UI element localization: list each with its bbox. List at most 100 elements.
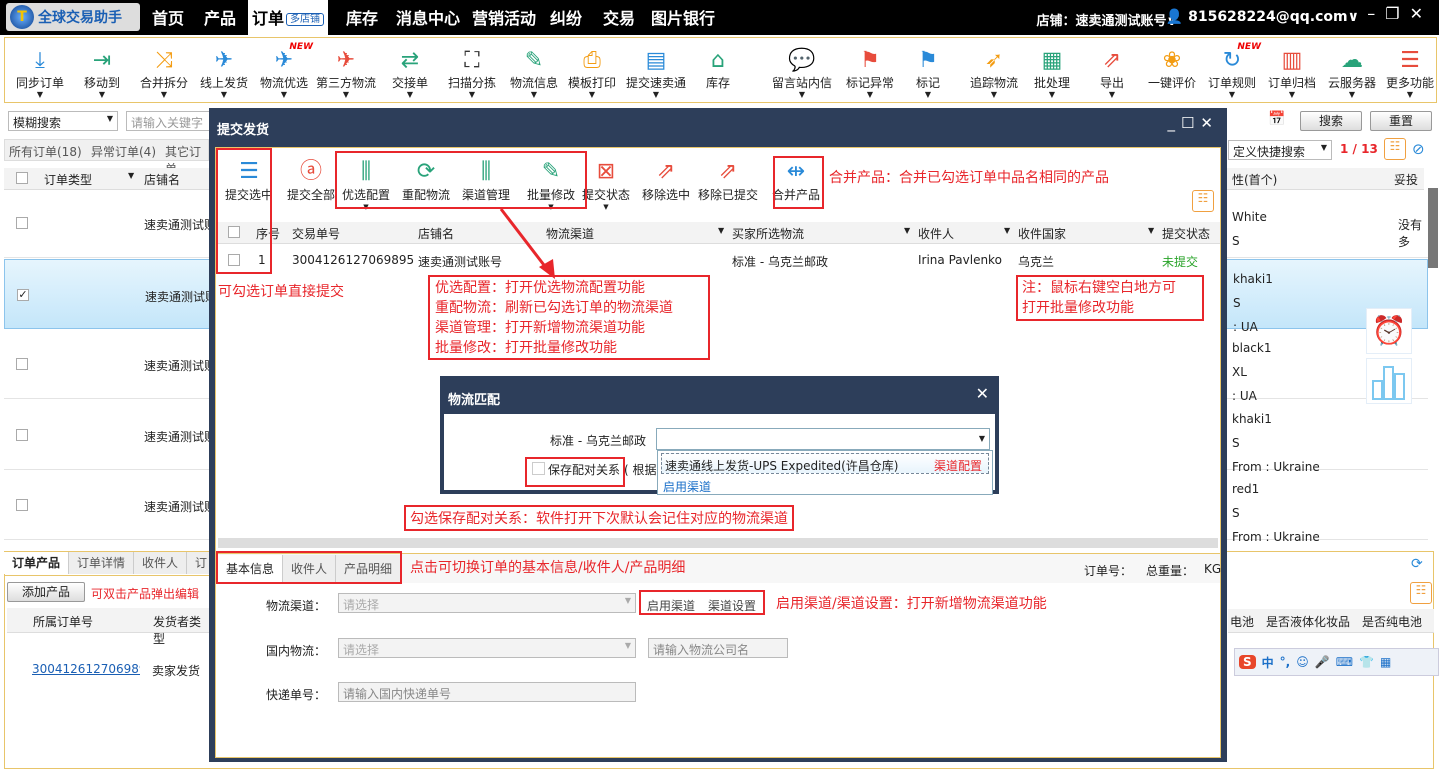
- toolbar-button[interactable]: ✈ 线上发货 ▼: [193, 48, 255, 99]
- nav-7[interactable]: 交易: [603, 0, 635, 35]
- column-settings-icon[interactable]: ☷: [1410, 582, 1432, 604]
- col-attr[interactable]: 性(首个): [1232, 171, 1277, 188]
- toolbar-button[interactable]: ☰ 更多功能 ▼: [1379, 48, 1439, 99]
- toolbar-button[interactable]: ▥ 订单归档 ▼: [1261, 48, 1323, 99]
- dialog-tool-button[interactable]: ⇗ 移除选中: [636, 158, 696, 203]
- sort-icon[interactable]: ▼: [904, 226, 910, 235]
- tab-all-orders[interactable]: 所有订单(18): [9, 143, 82, 160]
- nav-4[interactable]: 消息中心: [396, 0, 460, 35]
- calendar-icon[interactable]: 📅: [1268, 111, 1285, 127]
- ime-tool-icon[interactable]: ☺: [1296, 655, 1309, 669]
- column-settings-icon[interactable]: ☷: [1192, 190, 1214, 212]
- column-header[interactable]: 提交状态: [1162, 225, 1210, 242]
- ime-tool-icon[interactable]: 🎤: [1315, 655, 1330, 669]
- sogou-ime-icon[interactable]: S: [1239, 655, 1256, 669]
- nav-0[interactable]: 首页: [152, 0, 184, 35]
- toolbar-button[interactable]: ✈ 物流优选 ▼ NEW: [253, 42, 315, 99]
- add-product-button[interactable]: 添加产品: [7, 582, 85, 602]
- dialog-tool-button[interactable]: ⇗ 移除已提交: [698, 158, 758, 203]
- nav-1[interactable]: 产品: [204, 0, 236, 35]
- row-checkbox[interactable]: [16, 217, 28, 229]
- alarm-clock-icon[interactable]: ⏰: [1366, 308, 1412, 354]
- toolbar-button[interactable]: ✈ 第三方物流 ▼: [315, 48, 377, 99]
- row-checkbox[interactable]: [16, 499, 28, 511]
- select-all-checkbox[interactable]: [16, 172, 28, 184]
- row-checkbox[interactable]: ✓: [17, 288, 29, 301]
- toolbar-button[interactable]: ↻ 订单规则 ▼ NEW: [1201, 42, 1263, 99]
- nav-5[interactable]: 营销活动: [472, 0, 536, 35]
- close-icon[interactable]: ✕: [976, 384, 989, 403]
- column-header[interactable]: 收件国家: [1018, 225, 1066, 242]
- search-button[interactable]: 搜索: [1300, 111, 1362, 131]
- shop-selector[interactable]: 店铺：速卖通测试账号∨: [1036, 10, 1177, 29]
- order-link[interactable]: 3004126127069895: [32, 662, 140, 676]
- sort-icon[interactable]: ▼: [718, 226, 724, 235]
- col-delivery[interactable]: 妥投: [1394, 171, 1418, 188]
- toolbar-button[interactable]: ⎙ 模板打印 ▼: [561, 48, 623, 99]
- table-row[interactable]: 1 3004126127069895 速卖通测试账号 标准 - 乌克兰邮政 Irina …: [216, 245, 1220, 275]
- maximize-icon[interactable]: ☐: [1181, 114, 1200, 132]
- quick-search-select[interactable]: 定义快捷搜索 ▼: [1228, 140, 1332, 160]
- enable-channel-link[interactable]: 启用渠道: [663, 478, 711, 495]
- bottom-tab[interactable]: 订单产品: [4, 552, 70, 574]
- toolbar-button[interactable]: ✎ 物流信息 ▼: [503, 48, 565, 99]
- express-input[interactable]: 请输入国内快递单号: [338, 682, 636, 702]
- toolbar-button[interactable]: 💬 留言站内信 ▼: [771, 48, 833, 99]
- domestic-select[interactable]: 请选择 ▼: [338, 638, 636, 658]
- ime-tool-icon[interactable]: ▦: [1380, 655, 1391, 669]
- toolbar-button[interactable]: ⌂ 库存: [687, 48, 749, 91]
- toolbar-button[interactable]: ➶ 追踪物流 ▼: [963, 48, 1025, 99]
- close-icon[interactable]: ✕: [1200, 114, 1219, 132]
- window-controls[interactable]: –❐✕: [1367, 4, 1433, 23]
- toolbar-button[interactable]: ▦ 批处理 ▼: [1021, 48, 1083, 99]
- channel-combobox[interactable]: ▼: [656, 428, 990, 450]
- row-checkbox[interactable]: [16, 358, 28, 370]
- sort-icon[interactable]: ▼: [1004, 226, 1010, 235]
- ime-tool-icon[interactable]: ⌨: [1336, 655, 1353, 669]
- reset-button[interactable]: 重置: [1370, 111, 1432, 131]
- toolbar-button[interactable]: ▤ 提交速卖通 ▼: [625, 48, 687, 99]
- column-settings-icon[interactable]: ☷: [1384, 138, 1406, 160]
- user-menu[interactable]: 👤 815628224@qq.com∨: [1166, 9, 1359, 25]
- sort-icon[interactable]: ▼: [128, 171, 134, 180]
- toolbar-button[interactable]: ☁ 云服务器 ▼: [1321, 48, 1383, 99]
- ime-tool-icon[interactable]: °,: [1280, 655, 1291, 669]
- column-header[interactable]: 交易单号: [292, 225, 340, 242]
- app-logo[interactable]: T 全球交易助手: [6, 3, 140, 31]
- hide-icon[interactable]: ⊘: [1412, 140, 1425, 158]
- toolbar-button[interactable]: ⚑ 标记异常 ▼: [839, 48, 901, 99]
- toolbar-button[interactable]: ⛶ 扫描分拣 ▼: [441, 48, 503, 99]
- keyword-input[interactable]: 请输入关键字: [126, 111, 216, 131]
- bottom-tab[interactable]: 收件人: [134, 552, 188, 574]
- col-shop[interactable]: 店铺名: [144, 171, 180, 188]
- dropdown-option[interactable]: 速卖通线上发货-UPS Expedited(许昌仓库) 渠道配置: [661, 453, 989, 474]
- channel-select[interactable]: 请选择 ▼: [338, 593, 636, 613]
- nav-8[interactable]: 图片银行: [651, 0, 715, 35]
- refresh-icon[interactable]: ⟳: [1411, 556, 1423, 572]
- minimize-icon[interactable]: –: [1367, 4, 1385, 23]
- bar-chart-icon[interactable]: [1366, 358, 1412, 404]
- toolbar-button[interactable]: ❀ 一键评价: [1141, 48, 1203, 91]
- toolbar-button[interactable]: ⚑ 标记 ▼: [897, 48, 959, 99]
- toolbar-button[interactable]: ⤨ 合并拆分 ▼: [133, 48, 195, 99]
- close-icon[interactable]: ✕: [1410, 4, 1433, 23]
- ime-tool-icon[interactable]: 👕: [1359, 655, 1374, 669]
- search-mode-select[interactable]: 模糊搜索 ▼: [8, 111, 118, 131]
- minimize-icon[interactable]: _: [1167, 114, 1181, 132]
- col-order-type[interactable]: 订单类型: [44, 171, 92, 188]
- horizontal-scrollbar[interactable]: [218, 538, 1218, 548]
- column-header[interactable]: 店铺名: [418, 225, 454, 242]
- column-header[interactable]: 收件人: [918, 225, 954, 242]
- bottom-tab[interactable]: 订单详情: [69, 552, 135, 574]
- nav-3[interactable]: 库存: [346, 0, 378, 35]
- company-input[interactable]: 请输入物流公司名: [648, 638, 788, 658]
- nav-6[interactable]: 纠纷: [550, 0, 582, 35]
- list-scrollbar[interactable]: [1428, 188, 1438, 268]
- sort-icon[interactable]: ▼: [1148, 226, 1154, 235]
- row-checkbox[interactable]: [16, 428, 28, 441]
- channel-config-link[interactable]: 渠道配置: [934, 457, 982, 474]
- dialog-tool-button[interactable]: ⓐ 提交全部: [281, 158, 341, 203]
- toolbar-button[interactable]: ⇗ 导出 ▼: [1081, 48, 1143, 99]
- ime-tool-icon[interactable]: 中: [1262, 654, 1274, 671]
- restore-icon[interactable]: ❐: [1385, 4, 1409, 23]
